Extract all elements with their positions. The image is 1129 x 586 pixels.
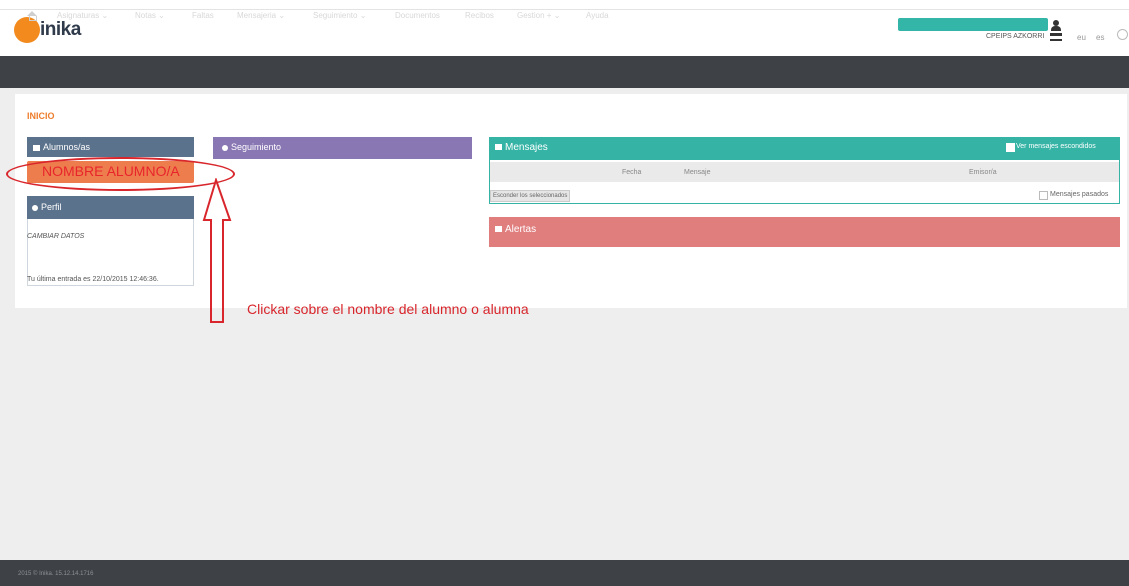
nav-faltas[interactable]: Faltas	[192, 11, 214, 20]
page-title: INICIO	[27, 111, 55, 121]
col-emisor[interactable]: Emisor/a	[969, 169, 997, 176]
lang-eu-link[interactable]: eu	[1077, 33, 1086, 42]
eye-icon	[222, 144, 228, 151]
past-messages-label[interactable]: Mensajes pasados	[1050, 191, 1108, 198]
profile-panel-title: Perfil	[41, 202, 62, 212]
lang-es-link[interactable]: es	[1096, 33, 1104, 42]
nav-recibos[interactable]: Recibos	[465, 11, 494, 20]
school-user-icon[interactable]	[1050, 20, 1062, 42]
logo-text: inika	[40, 19, 81, 40]
footer-bar	[0, 560, 1129, 586]
main-navbar	[0, 56, 1129, 88]
alerts-panel-title: Alertas	[505, 224, 537, 235]
col-mensaje[interactable]: Mensaje	[684, 169, 710, 176]
nav-documentos[interactable]: Documentos	[395, 11, 440, 20]
nav-notas[interactable]: Notas ⌄	[135, 11, 165, 20]
show-hidden-checkbox[interactable]	[1006, 143, 1015, 152]
users-icon	[33, 144, 40, 151]
nav-ayuda[interactable]: Ayuda	[586, 11, 609, 20]
students-panel-header: Alumnos/as	[27, 137, 194, 157]
nav-asignaturas[interactable]: Asignaturas ⌄	[57, 11, 108, 20]
change-data-link[interactable]: CAMBIAR DATOS	[27, 233, 84, 240]
col-fecha[interactable]: Fecha	[622, 169, 641, 176]
logout-icon[interactable]	[1117, 29, 1128, 40]
school-name: CPEIPS AZKORRI	[986, 33, 1045, 40]
nav-seguimiento[interactable]: Seguimiento ⌄	[313, 11, 366, 20]
user-name-bar	[898, 18, 1048, 31]
profile-panel-header: Perfil	[27, 196, 194, 219]
messages-table-header	[490, 162, 1119, 182]
megaphone-icon	[495, 226, 502, 233]
messages-panel-title: Mensajes	[505, 142, 548, 153]
annotation-arrow-up-icon	[202, 178, 232, 323]
show-hidden-label[interactable]: Ver mensajes escondidos	[1016, 143, 1096, 150]
info-icon	[32, 204, 38, 211]
followup-panel-title: Seguimiento	[231, 142, 282, 152]
hide-selected-button[interactable]: Esconder los seleccionados	[490, 190, 571, 202]
envelope-icon	[495, 144, 502, 151]
footer-copyright: 2015 © Inika. 15.12.14.1716	[18, 571, 94, 577]
nav-gestion[interactable]: Gestion + ⌄	[517, 11, 560, 20]
followup-panel-header[interactable]: Seguimiento	[213, 137, 472, 159]
home-icon[interactable]	[27, 11, 37, 21]
students-panel-title: Alumnos/as	[43, 142, 91, 152]
top-divider	[0, 9, 1129, 10]
alerts-panel-header[interactable]: Alertas	[489, 217, 1120, 247]
last-login-text: Tu última entrada es 22/10/2015 12:46:36…	[27, 276, 159, 283]
annotation-hint: Clickar sobre el nombre del alumno o alu…	[247, 301, 529, 317]
past-messages-checkbox[interactable]	[1039, 191, 1048, 200]
nav-mensajeria[interactable]: Mensajeria ⌄	[237, 11, 285, 20]
